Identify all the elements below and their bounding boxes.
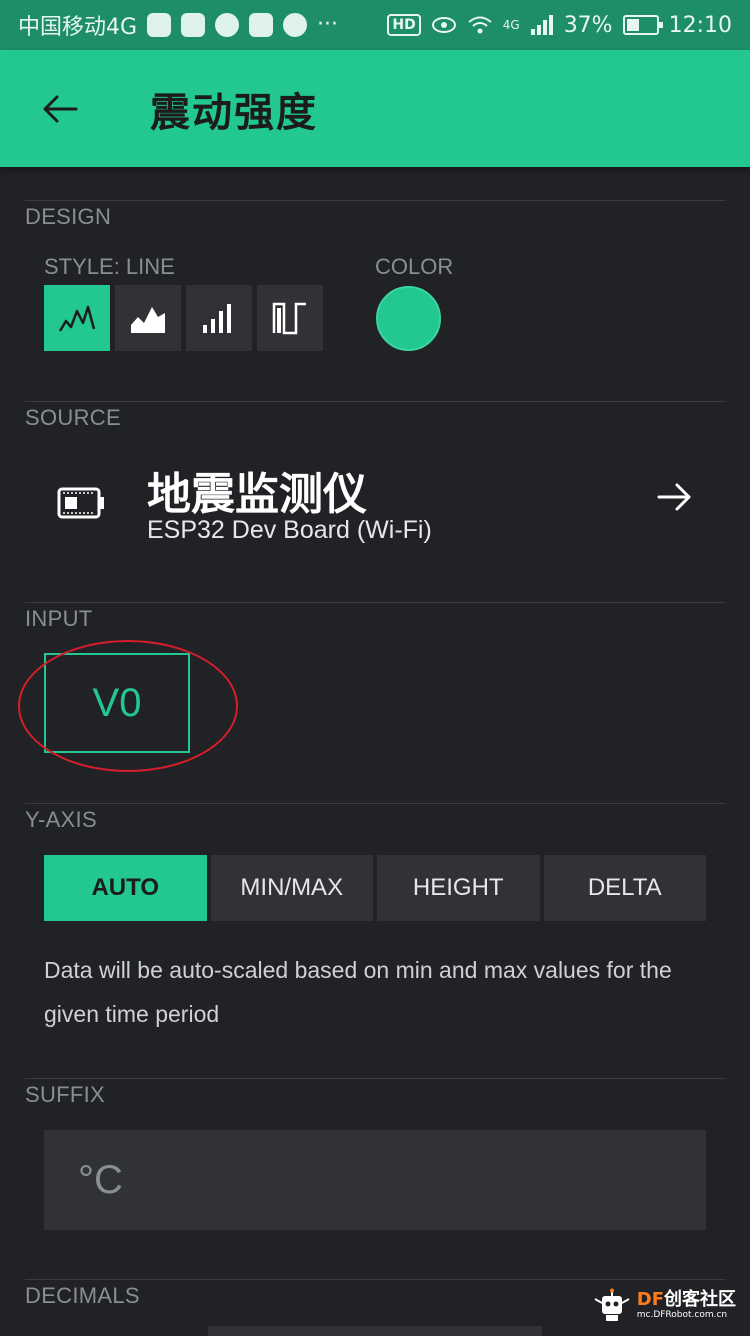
suffix-input[interactable]: °C [44, 1130, 706, 1230]
signal-icon [530, 15, 554, 35]
device-board-icon [57, 485, 105, 521]
divider-source [25, 401, 725, 402]
eye-icon [431, 16, 457, 34]
divider-design [25, 200, 725, 201]
watermark-text: DF创客社区 mc.DFRobot.com.cn [637, 1291, 736, 1320]
style-line-button[interactable] [44, 285, 110, 351]
tab-auto[interactable]: AUTO [44, 855, 207, 921]
camera-app-icon [249, 13, 273, 37]
chat-bubble-icon [215, 13, 239, 37]
area-chart-icon [128, 301, 168, 335]
app-bar: 震动强度 [0, 50, 750, 167]
watermark-url: mc.DFRobot.com.cn [637, 1311, 736, 1320]
network-type: 4G [503, 18, 520, 32]
decimals-control[interactable] [208, 1326, 542, 1336]
annotation-circle [18, 640, 238, 772]
section-label-source: SOURCE [25, 405, 121, 431]
section-label-input: INPUT [25, 606, 93, 632]
more-notifications-icon: ··· [317, 14, 338, 36]
watermark-brand: DF创客社区 [637, 1291, 736, 1309]
divider-decimals [25, 1279, 725, 1280]
hd-badge: HD [387, 14, 420, 36]
battery-percent: 37% [564, 13, 613, 38]
style-label: STYLE: LINE [44, 254, 175, 280]
iqiyi-icon [181, 13, 205, 37]
device-type: ESP32 Dev Board (Wi-Fi) [147, 516, 432, 545]
section-label-design: DESIGN [25, 204, 111, 230]
section-label-decimals: DECIMALS [25, 1283, 140, 1309]
y-axis-description: Data will be auto-scaled based on min an… [44, 948, 704, 1036]
y-axis-mode-tabs: AUTO MIN/MAX HEIGHT DELTA [44, 855, 706, 921]
status-bar: 中国移动4G ··· HD 4G 37% 12:10 [0, 0, 750, 50]
section-label-suffix: SUFFIX [25, 1082, 105, 1108]
wifi-icon [467, 15, 493, 35]
suffix-value: °C [78, 1158, 123, 1203]
section-label-y-axis: Y-AXIS [25, 807, 97, 833]
back-button[interactable] [0, 50, 120, 167]
arrow-right-icon [657, 482, 693, 512]
style-bar-button[interactable] [186, 285, 252, 351]
app-notification-icon [147, 13, 171, 37]
carrier-label: 中国移动4G [18, 9, 137, 41]
tab-min-max[interactable]: MIN/MAX [211, 855, 374, 921]
line-chart-icon [57, 301, 97, 335]
robot-logo-icon [593, 1288, 631, 1322]
color-label: COLOR [375, 254, 453, 280]
clock: 12:10 [669, 13, 732, 38]
divider-input [25, 602, 725, 603]
tab-height[interactable]: HEIGHT [377, 855, 540, 921]
tab-delta[interactable]: DELTA [544, 855, 707, 921]
style-binary-button[interactable] [257, 285, 323, 351]
arrow-left-icon [42, 95, 78, 123]
source-device-row[interactable]: 地震监测仪 ESP32 Dev Board (Wi-Fi) [25, 430, 725, 580]
color-picker-swatch[interactable] [376, 286, 441, 351]
send-icon [283, 13, 307, 37]
battery-icon [623, 15, 659, 35]
bar-chart-icon [199, 301, 239, 335]
device-name: 地震监测仪 [147, 458, 367, 522]
page-title: 震动强度 [150, 80, 318, 138]
style-area-button[interactable] [115, 285, 181, 351]
binary-chart-icon [270, 301, 310, 335]
divider-y-axis [25, 803, 725, 804]
status-right: HD 4G 37% 12:10 [387, 13, 732, 38]
divider-suffix [25, 1078, 725, 1079]
status-left: 中国移动4G ··· [18, 9, 338, 41]
watermark: DF创客社区 mc.DFRobot.com.cn [593, 1288, 736, 1322]
